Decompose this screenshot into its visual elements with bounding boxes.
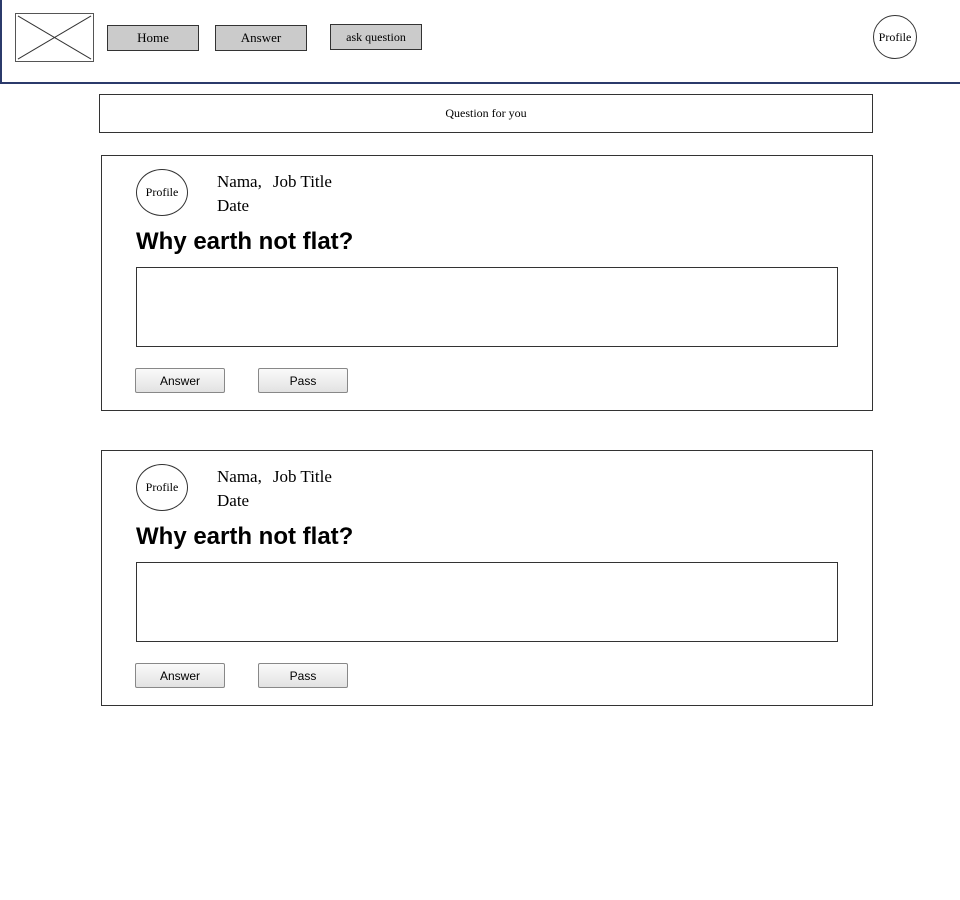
author-name: Nama, (217, 172, 262, 191)
pass-button[interactable]: Pass (258, 368, 348, 393)
answer-button[interactable]: Answer (135, 368, 225, 393)
author-meta: Nama, Job Title Date (217, 465, 332, 513)
question-title: Why earth not flat? (136, 523, 354, 550)
profile-avatar-button[interactable]: Profile (873, 15, 917, 59)
nav-home-button[interactable]: Home (107, 25, 199, 51)
image-placeholder-icon (17, 15, 92, 60)
section-title: Question for you (99, 94, 873, 133)
logo-placeholder-image[interactable] (15, 13, 94, 62)
question-date: Date (217, 491, 250, 510)
author-job-title: Job Title (272, 172, 332, 191)
answer-input[interactable] (136, 562, 838, 642)
author-name: Nama, (217, 467, 262, 486)
nav-answer-button[interactable]: Answer (215, 25, 307, 51)
author-job-title: Job Title (272, 467, 332, 486)
author-avatar[interactable]: Profile (136, 169, 188, 216)
header-bar: Home Answer ask question Profile (0, 0, 960, 84)
answer-input[interactable] (136, 267, 838, 347)
question-card: Profile Nama, Job Title Date Why earth no… (101, 450, 873, 706)
answer-button[interactable]: Answer (135, 663, 225, 688)
question-date: Date (217, 196, 250, 215)
nav-ask-question-button[interactable]: ask question (330, 24, 422, 50)
pass-button[interactable]: Pass (258, 663, 348, 688)
question-title: Why earth not flat? (136, 228, 354, 255)
author-meta: Nama, Job Title Date (217, 170, 332, 218)
author-avatar[interactable]: Profile (136, 464, 188, 511)
question-card: Profile Nama, Job Title Date Why earth no… (101, 155, 873, 411)
